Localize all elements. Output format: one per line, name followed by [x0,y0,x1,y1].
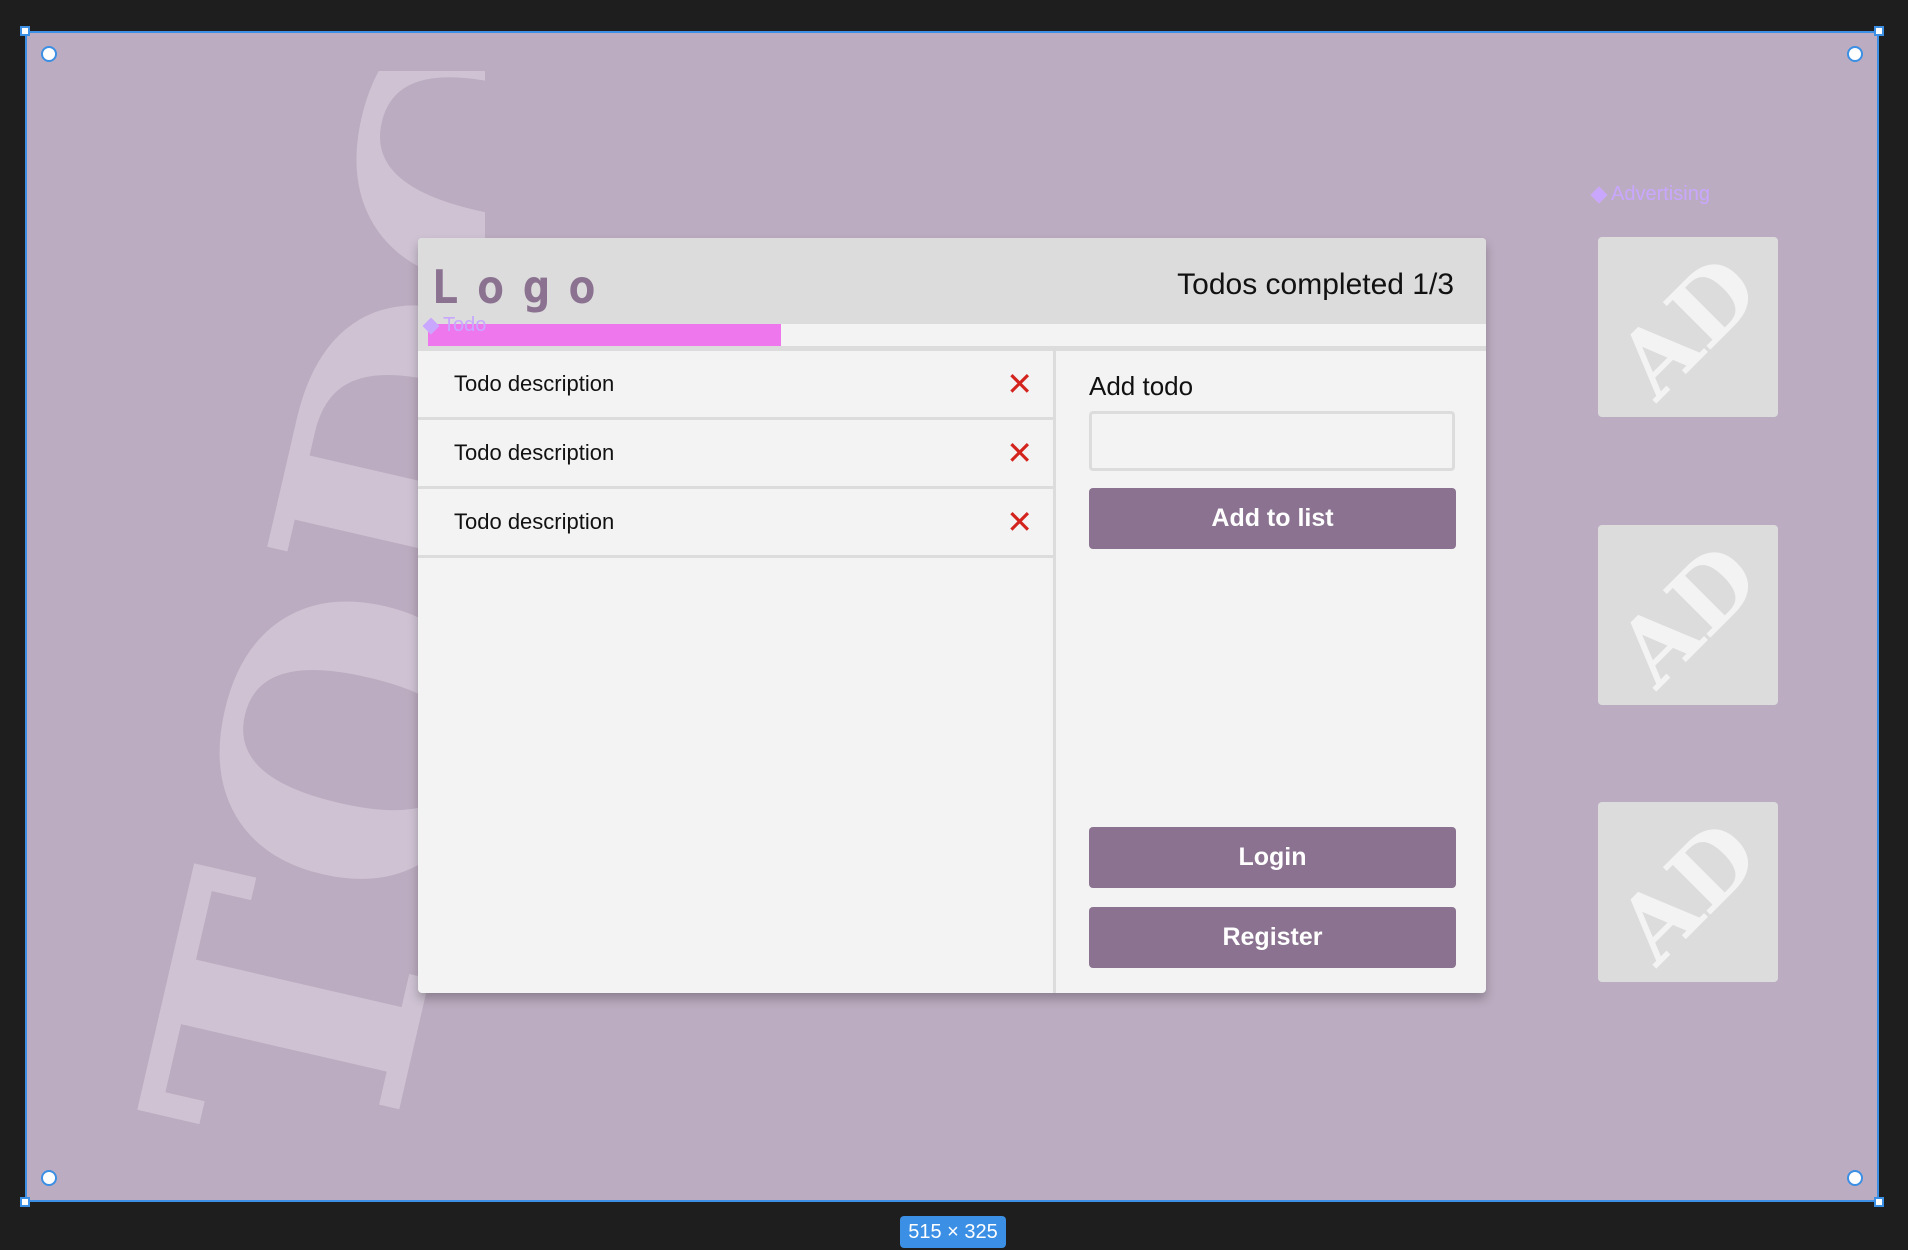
resize-handle[interactable] [1874,1197,1884,1207]
rotate-handle[interactable] [1847,46,1863,62]
add-todo-input[interactable] [1089,411,1455,471]
rotate-handle[interactable] [41,1170,57,1186]
add-todo-label: Add todo [1089,371,1194,401]
rotate-handle[interactable] [1847,1170,1863,1186]
add-todo-panel: Add todo Add to list Login Register [1056,351,1486,993]
component-icon [422,317,440,334]
todo-app-card: Logo Todos completed 1/3 Todo Todo descr… [418,238,1486,993]
ad-placeholder-2[interactable]: AD [1596,523,1780,707]
register-button[interactable]: Register [1089,907,1456,968]
todo-item[interactable]: Todo description ✕ [418,420,1053,489]
component-icon [1590,186,1608,203]
todo-item[interactable]: Todo description ✕ [418,489,1053,558]
completed-count: Todos completed 1/3 [1177,268,1454,301]
login-button[interactable]: Login [1089,827,1456,888]
todo-description: Todo description [454,440,615,465]
close-icon[interactable]: ✕ [1006,368,1033,400]
rotate-handle[interactable] [41,46,57,62]
frame-size-badge: 515 × 325 [900,1216,1006,1248]
app-header: Logo Todos completed 1/3 Todo [418,238,1486,351]
ad-text: AD [1596,235,1780,419]
todo-item[interactable]: Todo description ✕ [418,351,1053,420]
ad-text: AD [1596,523,1780,707]
ad-placeholder-3[interactable]: AD [1596,800,1780,984]
resize-handle[interactable] [20,1197,30,1207]
todo-component-label: Todo [422,314,487,337]
resize-handle[interactable] [1874,26,1884,36]
add-to-list-button[interactable]: Add to list [1089,488,1456,549]
resize-handle[interactable] [20,26,30,36]
ad-text: AD [1596,800,1780,984]
todo-list: Todo description ✕ Todo description ✕ To… [418,351,1056,993]
todo-label-text: Todo [443,314,487,336]
todo-description: Todo description [454,371,615,396]
close-icon[interactable]: ✕ [1006,437,1033,469]
design-frame[interactable]: TODOS Advertising AD AD AD Logo Todos co… [25,31,1879,1202]
advertising-label-text: Advertising [1611,183,1710,205]
close-icon[interactable]: ✕ [1006,506,1033,538]
todo-description: Todo description [454,509,615,534]
advertising-component-label: Advertising [1590,183,1710,206]
logo: Logo [431,260,614,314]
progress-bar [428,324,1486,346]
ad-placeholder-1[interactable]: AD [1596,235,1780,419]
